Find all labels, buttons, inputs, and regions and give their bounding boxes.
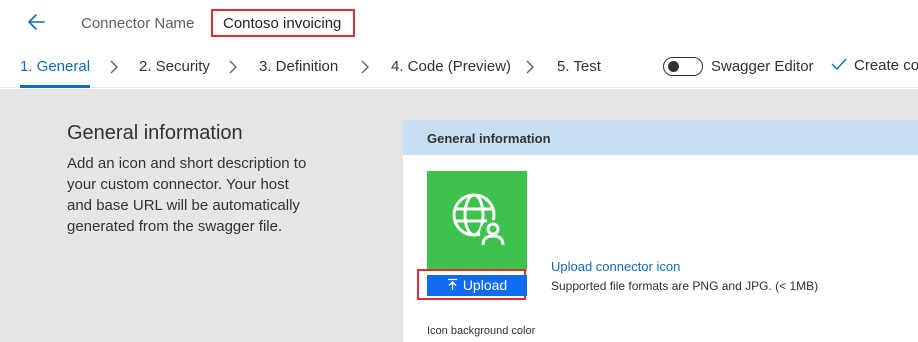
upload-format-hint: Supported file formats are PNG and JPG. …	[551, 279, 819, 293]
active-tab-indicator	[20, 85, 90, 88]
globe-person-icon	[452, 193, 506, 246]
toggle-knob	[668, 61, 679, 72]
create-connector-button[interactable]: Create co	[830, 57, 918, 74]
tab-test[interactable]: 5. Test	[557, 58, 601, 75]
arrow-left-icon	[28, 14, 45, 30]
section-title: General information	[67, 122, 243, 144]
wizard-steps: 1. General 2. Security 3. Definition 4. …	[0, 46, 918, 88]
swagger-editor-label: Swagger Editor	[711, 58, 814, 75]
tab-security[interactable]: 2. Security	[139, 58, 210, 75]
connector-name-input[interactable]: Contoso invoicing	[211, 9, 355, 37]
tab-general[interactable]: 1. General	[20, 58, 90, 75]
chevron-right-icon	[361, 60, 369, 74]
tab-definition[interactable]: 3. Definition	[259, 58, 338, 75]
upload-arrow-icon	[447, 278, 457, 290]
main-content: General information Add an icon and shor…	[0, 89, 918, 342]
icon-background-color-label: Icon background color	[427, 325, 536, 337]
connector-icon-preview	[427, 171, 527, 271]
panel-header-title: General information	[427, 131, 551, 146]
panel-header: General information	[403, 120, 918, 155]
top-bar: Connector Name Contoso invoicing	[0, 0, 918, 46]
checkmark-icon	[831, 58, 847, 71]
upload-button-label: Upload	[462, 277, 508, 293]
connector-name-label: Connector Name	[81, 15, 195, 32]
upload-connector-icon-link[interactable]: Upload connector icon	[551, 259, 680, 274]
upload-button[interactable]: Upload	[427, 275, 527, 296]
section-description: Add an icon and short description to you…	[67, 155, 307, 235]
create-connector-label: Create co	[854, 57, 918, 74]
chevron-right-icon	[229, 60, 237, 74]
swagger-editor-toggle[interactable]	[663, 57, 703, 76]
chevron-right-icon	[526, 60, 534, 74]
back-button[interactable]	[24, 9, 52, 35]
chevron-right-icon	[110, 60, 118, 74]
tab-code-preview[interactable]: 4. Code (Preview)	[391, 58, 511, 75]
general-information-panel: General information Upload Upload connec…	[403, 120, 918, 342]
